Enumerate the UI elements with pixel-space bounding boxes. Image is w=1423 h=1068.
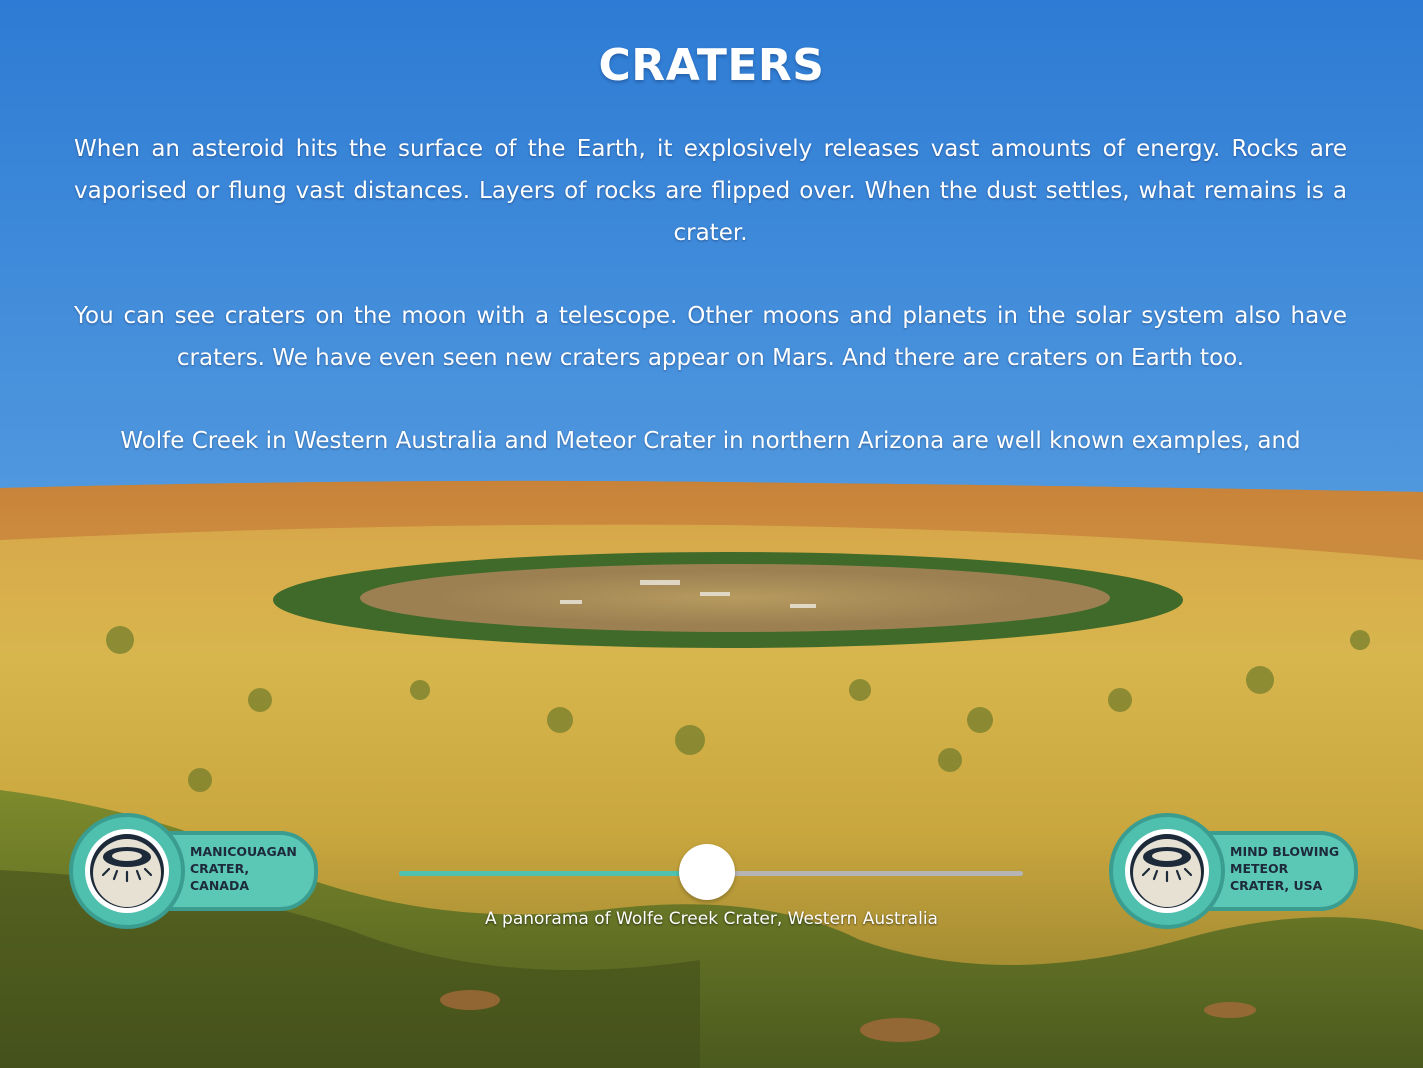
paragraph: When an asteroid hits the surface of the… [74, 136, 1347, 246]
page-title: CRATERS [598, 40, 825, 91]
crater-icon-badge [1109, 813, 1225, 929]
paragraph: You can see craters on the moon with a t… [74, 303, 1347, 371]
panorama-caption: A panorama of Wolfe Creek Crater, Wester… [485, 909, 938, 929]
next-crater-link[interactable]: MIND BLOWING METEOR CRATER, USA [1109, 813, 1359, 929]
prev-crater-link[interactable]: MANICOUAGAN CRATER, CANADA [69, 813, 319, 929]
crater-icon-badge [69, 813, 185, 929]
panorama-slider[interactable] [399, 844, 1023, 900]
slider-thumb[interactable] [679, 844, 736, 900]
crater-icon [1130, 834, 1204, 908]
crater-icon [90, 834, 164, 908]
slider-fill [399, 871, 708, 876]
intro-text: When an asteroid hits the surface of the… [74, 128, 1347, 462]
paragraph: Wolfe Creek in Western Australia and Met… [120, 428, 1301, 454]
prev-crater-label: MANICOUAGAN CRATER, CANADA [190, 844, 297, 893]
next-crater-label: MIND BLOWING METEOR CRATER, USA [1230, 844, 1340, 893]
